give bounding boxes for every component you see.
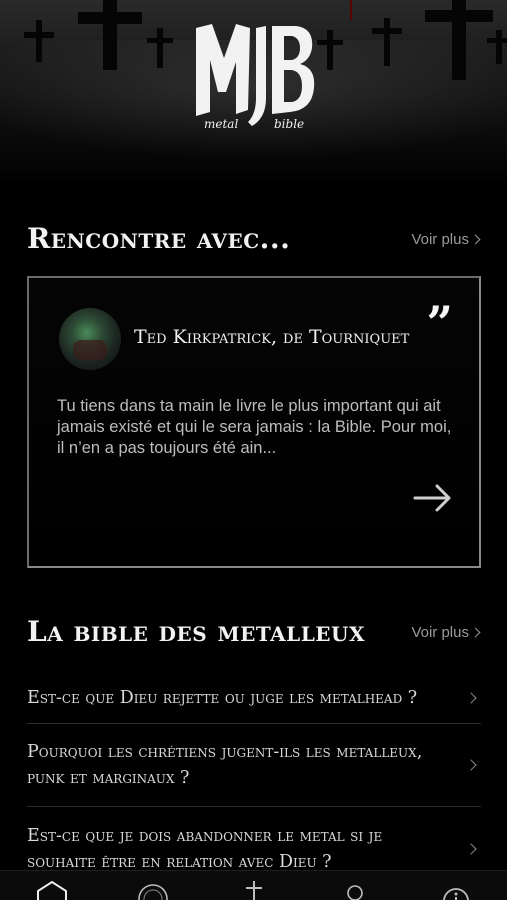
interview-excerpt: Tu tiens dans ta main le livre le plus i… (57, 397, 452, 457)
cross-silhouette (496, 30, 502, 64)
chevron-right-icon (465, 842, 477, 855)
cross-silhouette (317, 40, 343, 45)
cross-silhouette (372, 28, 402, 34)
interview-card[interactable]: Ted Kirkpatrick, de Tourniquet ” Tu tien… (27, 276, 481, 568)
chevron-right-icon (470, 627, 481, 638)
list-item-label: Est-ce que Dieu rejette ou juge les meta… (27, 687, 418, 708)
cross-silhouette (487, 38, 507, 43)
cross-icon[interactable] (234, 881, 274, 900)
avatar (59, 308, 121, 370)
see-more-label: Voir plus (411, 624, 469, 641)
cross-silhouette (327, 30, 333, 70)
list-item-label: Est-ce que je dois abandonner le metal s… (27, 825, 383, 872)
logo-word-left: metal (204, 117, 238, 131)
logo-word-right: bible (274, 117, 304, 131)
see-more-meet-link[interactable]: Voir plus (411, 231, 481, 248)
circle-icon[interactable] (335, 881, 375, 900)
list-item[interactable]: Pourquoi les chrétiens jugent-ils les me… (27, 724, 481, 807)
quote-icon: ” (426, 296, 453, 350)
see-more-label: Voir plus (411, 231, 469, 248)
cross-silhouette (147, 38, 173, 43)
cross-silhouette (157, 28, 163, 68)
radio-icon[interactable] (133, 881, 173, 900)
home-icon[interactable] (32, 881, 72, 900)
app-logo: metal bible (196, 24, 315, 131)
cross-silhouette (103, 0, 117, 70)
info-icon[interactable] (436, 881, 476, 900)
cross-silhouette (425, 10, 493, 22)
arrow-right-icon[interactable] (413, 483, 453, 513)
blood-drip (350, 0, 352, 20)
hero-banner: metal bible (0, 0, 507, 185)
chevron-right-icon (470, 234, 481, 245)
interview-name: Ted Kirkpatrick, de Tourniquet (134, 326, 410, 348)
chevron-right-icon (465, 691, 477, 704)
chevron-right-icon (465, 759, 477, 771)
tab-bar (0, 870, 507, 900)
section-title-bible: La bible des metalleux (27, 615, 365, 648)
cross-silhouette (384, 18, 390, 66)
section-title-meet: Rencontre avec... (27, 222, 291, 255)
see-more-bible-link[interactable]: Voir plus (411, 624, 481, 641)
list-item-label: Pourquoi les chrétiens jugent-ils les me… (27, 742, 423, 788)
cross-silhouette (36, 20, 42, 62)
cross-silhouette (24, 32, 54, 38)
cross-silhouette (78, 12, 142, 24)
list-item[interactable]: Est-ce que Dieu rejette ou juge les meta… (27, 672, 481, 724)
